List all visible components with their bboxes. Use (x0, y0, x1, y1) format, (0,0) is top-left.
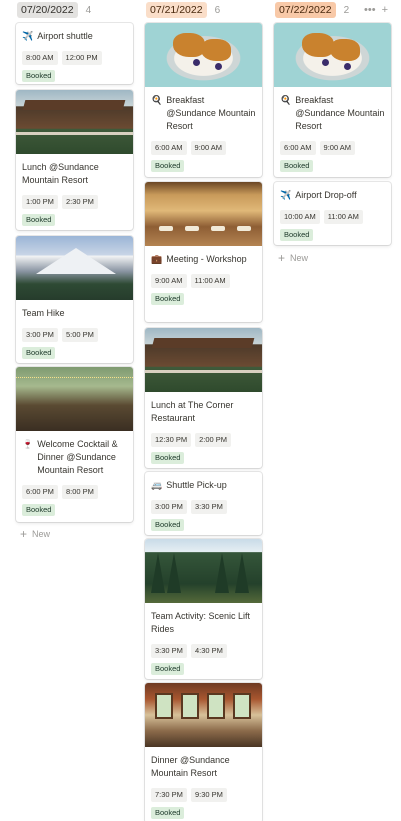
new-card-button[interactable]: + New (20, 527, 50, 541)
end-time: 5:00 PM (61, 328, 98, 342)
card-title: Team Activity: Scenic Lift Rides (151, 611, 251, 634)
status-badge: Booked (280, 160, 314, 172)
cover-image (16, 236, 133, 300)
column-header: 07/22/2022 2 ••• + (274, 0, 392, 20)
card-title: 🍳 Breakfast @Sundance Mountain Resort (280, 95, 385, 131)
event-card[interactable]: ✈️ Airport Drop-off 10:00 AM 11:00 AM Bo… (274, 182, 391, 245)
status-badge: Booked (151, 807, 185, 819)
airplane-icon: ✈️ (280, 190, 292, 200)
cover-image (145, 683, 262, 747)
start-time: 6:00 AM (280, 141, 316, 155)
new-card-button[interactable]: + New (278, 251, 308, 265)
column-header: 07/20/2022 4 (16, 0, 134, 20)
group-count: 2 (343, 4, 350, 16)
group-date-tag[interactable]: 07/20/2022 (17, 2, 78, 18)
start-time: 3:00 PM (22, 328, 58, 342)
card-title: 🍳 Breakfast @Sundance Mountain Resort (151, 95, 256, 131)
card-title: Lunch @Sundance Mountain Resort (22, 162, 99, 185)
cover-image (16, 367, 133, 431)
start-time: 6:00 PM (22, 485, 58, 499)
plus-icon: + (278, 251, 286, 265)
end-time: 2:00 PM (195, 433, 232, 447)
wine-glass-icon: 🍷 (22, 439, 34, 449)
card-title: 🍷 Welcome Cocktail & Dinner @Sundance Mo… (22, 439, 118, 475)
briefcase-icon: 💼 (151, 254, 163, 264)
start-time: 7:30 PM (151, 788, 187, 802)
event-card[interactable]: Lunch @Sundance Mountain Resort 1:00 PM … (16, 90, 133, 230)
group-count: 6 (214, 4, 221, 16)
status-badge: Booked (151, 293, 185, 305)
end-time: 3:30 PM (190, 500, 227, 514)
status-badge: Booked (280, 229, 314, 241)
cover-image (274, 23, 391, 87)
end-time: 9:00 AM (319, 141, 356, 155)
start-time: 6:00 AM (151, 141, 187, 155)
start-time: 10:00 AM (280, 210, 320, 224)
end-time: 9:00 AM (190, 141, 227, 155)
card-title: 💼 Meeting - Workshop (151, 254, 247, 264)
more-options-icon[interactable]: ••• (364, 4, 376, 16)
end-time: 4:30 PM (190, 644, 227, 658)
event-card[interactable]: 💼 Meeting - Workshop 9:00 AM 11:00 AM Bo… (145, 182, 262, 322)
event-card[interactable]: 🍷 Welcome Cocktail & Dinner @Sundance Mo… (16, 367, 133, 522)
event-card[interactable]: 🍳 Breakfast @Sundance Mountain Resort 6:… (274, 23, 391, 177)
column-2022-07-21: 07/21/2022 6 🍳 Breakfast @Sundance Mount… (145, 0, 263, 821)
status-badge: Booked (22, 70, 56, 82)
end-time: 8:00 PM (61, 485, 98, 499)
card-title: Team Hike (22, 308, 65, 318)
frying-pan-icon: 🍳 (151, 95, 163, 105)
plus-icon: + (20, 527, 28, 541)
end-time: 2:30 PM (61, 195, 98, 209)
event-card[interactable]: 🍳 Breakfast @Sundance Mountain Resort 6:… (145, 23, 262, 177)
start-time: 9:00 AM (151, 274, 187, 288)
cover-image (145, 328, 262, 392)
event-card[interactable]: 🚐 Shuttle Pick-up 3:00 PM 3:30 PM Booked (145, 472, 262, 535)
event-card[interactable]: Dinner @Sundance Mountain Resort 7:30 PM… (145, 683, 262, 821)
card-title: Dinner @Sundance Mountain Resort (151, 755, 230, 778)
start-time: 3:00 PM (151, 500, 187, 514)
start-time: 8:00 AM (22, 51, 58, 65)
start-time: 3:30 PM (151, 644, 187, 658)
status-badge: Booked (22, 504, 56, 516)
airplane-icon: ✈️ (22, 31, 34, 41)
end-time: 11:00 AM (190, 274, 230, 288)
column-2022-07-22: 07/22/2022 2 ••• + 🍳 Breakfast @Sundance (274, 0, 392, 264)
card-title: ✈️ Airport shuttle (22, 31, 93, 41)
status-badge: Booked (151, 519, 185, 531)
event-card[interactable]: Lunch at The Corner Restaurant 12:30 PM … (145, 328, 262, 468)
group-count: 4 (85, 4, 92, 16)
status-badge: Booked (151, 160, 185, 172)
status-badge: Booked (151, 452, 185, 464)
cover-image (145, 23, 262, 87)
frying-pan-icon: 🍳 (280, 95, 292, 105)
group-date-tag[interactable]: 07/21/2022 (146, 2, 207, 18)
group-date-tag[interactable]: 07/22/2022 (275, 2, 336, 18)
event-card[interactable]: Team Hike 3:00 PM 5:00 PM Booked (16, 236, 133, 363)
column-header: 07/21/2022 6 (145, 0, 263, 20)
column-2022-07-20: 07/20/2022 4 ✈️ Airport shuttle 8:00 AM … (16, 0, 134, 540)
end-time: 11:00 AM (323, 210, 363, 224)
status-badge: Booked (22, 347, 56, 359)
start-time: 12:30 PM (151, 433, 192, 447)
cover-image (145, 182, 262, 246)
start-time: 1:00 PM (22, 195, 58, 209)
event-card[interactable]: ✈️ Airport shuttle 8:00 AM 12:00 PM Book… (16, 23, 133, 84)
card-title: Lunch at The Corner Restaurant (151, 400, 234, 423)
card-title: 🚐 Shuttle Pick-up (151, 480, 227, 490)
status-badge: Booked (22, 214, 56, 226)
end-time: 12:00 PM (61, 51, 102, 65)
add-card-icon[interactable]: + (382, 4, 388, 16)
minibus-icon: 🚐 (151, 480, 163, 490)
status-badge: Booked (151, 663, 185, 675)
card-title: ✈️ Airport Drop-off (280, 190, 357, 200)
end-time: 9:30 PM (190, 788, 227, 802)
board-view: 07/20/2022 4 ✈️ Airport shuttle 8:00 AM … (0, 0, 401, 821)
event-card[interactable]: Team Activity: Scenic Lift Rides 3:30 PM… (145, 539, 262, 679)
cover-image (16, 90, 133, 154)
cover-image (145, 539, 262, 603)
